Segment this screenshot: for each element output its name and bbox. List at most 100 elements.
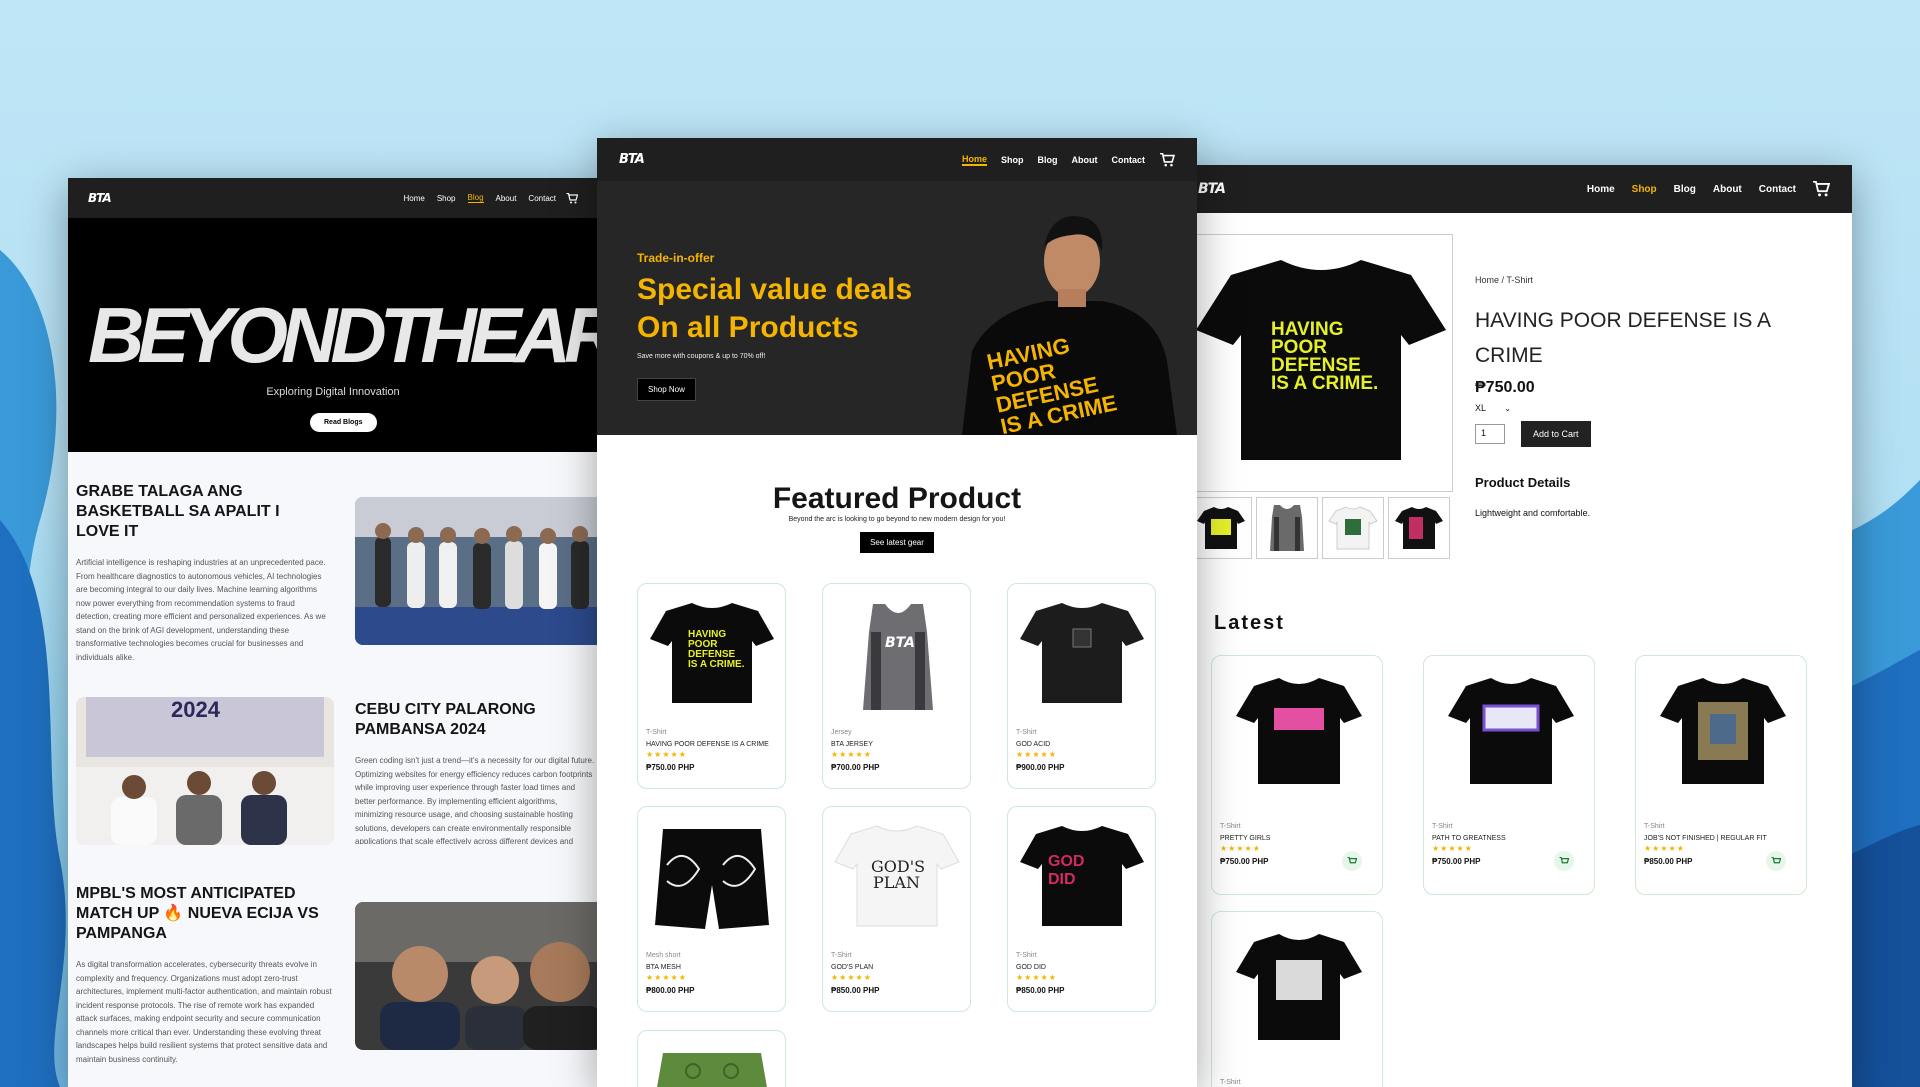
product-card-2[interactable]: BTA Jersey BTA JERSEY ★★★★★ ₱700.00 PHP (822, 583, 971, 789)
product-nav-links: Home Shop Blog About Contact (1570, 181, 1830, 197)
latest-card-2[interactable]: T-Shirt PATH TO GREATNESS ★★★★★ ₱750.00 … (1423, 655, 1595, 895)
product-navbar: BTA Home Shop Blog About Contact (1190, 165, 1852, 213)
product-details-heading: Product Details (1475, 475, 1571, 490)
shop-nav-about[interactable]: About (1072, 155, 1098, 165)
latest-card-2-stars: ★★★★★ (1432, 844, 1473, 853)
blog-post-1-image[interactable] (355, 497, 598, 645)
product-card-5[interactable]: GOD'S PLAN T-Shirt GOD'S PLAN ★★★★★ ₱850.… (822, 806, 971, 1012)
blog-nav-about[interactable]: About (496, 194, 517, 203)
svg-text:IS A CRIME.: IS A CRIME. (688, 659, 745, 670)
product-card-5-price: ₱850.00 PHP (831, 986, 880, 995)
blog-nav-blog[interactable]: Blog (467, 193, 484, 203)
latest-card-2-category: T-Shirt (1432, 823, 1453, 830)
product-card-4[interactable]: Mesh short BTA MESH ★★★★★ ₱800.00 PHP (637, 806, 786, 1012)
product-card-7[interactable] (637, 1030, 786, 1087)
product-details-text: Lightweight and comfortable. (1475, 508, 1591, 518)
product-nav-home[interactable]: Home (1587, 184, 1615, 195)
product-nav-contact[interactable]: Contact (1759, 184, 1796, 195)
shop-cart-icon[interactable] (1159, 152, 1175, 167)
product-card-6-name: GOD DID (1016, 964, 1046, 971)
shop-nav-home[interactable]: Home (961, 154, 987, 166)
product-card-5-name: GOD'S PLAN (831, 964, 874, 971)
product-card-3-stars: ★★★★★ (1016, 750, 1057, 759)
product-card-6[interactable]: GOD DID T-Shirt GOD DID ★★★★★ ₱850.00 PHP (1007, 806, 1156, 1012)
product-nav-about[interactable]: About (1713, 184, 1742, 195)
blog-post-2-title[interactable]: CEBU CITY PALARONG PAMBANSA 2024 (355, 700, 595, 740)
featured-section: Featured Product Beyond the arc is looki… (597, 482, 1197, 553)
product-card-6-category: T-Shirt (1016, 952, 1037, 959)
product-title: HAVING POOR DEFENSE IS A CRIME (1475, 309, 1770, 367)
cart-icon[interactable] (1766, 851, 1786, 871)
shop-navbar: BTA Home Shop Blog About Contact (597, 138, 1197, 181)
blog-post-3-title[interactable]: MPBL'S MOST ANTICIPATED MATCH UP 🔥 NUEVA… (76, 884, 336, 944)
blog-post-3-image[interactable] (355, 902, 598, 1050)
blog-hero-tagline: Exploring Digital Innovation (266, 386, 400, 398)
product-card-2-stars: ★★★★★ (831, 750, 872, 759)
product-card-4-category: Mesh short (646, 952, 681, 959)
shop-nav-contact[interactable]: Contact (1112, 155, 1146, 165)
latest-card-2-price: ₱750.00 PHP (1432, 857, 1481, 866)
quantity-input[interactable]: 1 (1475, 424, 1505, 444)
hero-heading-line-2: On all Products (637, 311, 859, 344)
blog-post-2-image[interactable]: 2024 (76, 697, 334, 845)
latest-card-4[interactable]: T-Shirt (1211, 911, 1383, 1087)
shop-nav-blog[interactable]: Blog (1038, 155, 1058, 165)
blog-nav-shop[interactable]: Shop (437, 194, 456, 203)
product-nav-blog[interactable]: Blog (1674, 184, 1696, 195)
thumbnail-4[interactable] (1388, 497, 1450, 559)
thumbnail-1[interactable] (1190, 497, 1252, 559)
product-logo[interactable]: BTA (1198, 181, 1226, 197)
read-blogs-button[interactable]: Read Blogs (310, 413, 377, 432)
latest-card-4-category: T-Shirt (1220, 1079, 1241, 1086)
product-card-3-name: GOD ACID (1016, 741, 1051, 748)
product-card-6-price: ₱850.00 PHP (1016, 986, 1065, 995)
latest-card-1-price: ₱750.00 PHP (1220, 857, 1269, 866)
shop-now-button[interactable]: Shop Now (637, 378, 696, 401)
product-card-1-stars: ★★★★★ (646, 750, 687, 759)
product-card-1-price: ₱750.00 PHP (646, 763, 695, 772)
product-thumbnails (1190, 497, 1454, 559)
blog-post-1[interactable]: GRABE TALAGA ANG BASKETBALL SA APALIT I … (76, 482, 326, 664)
size-select[interactable]: XL ⌄ (1475, 403, 1835, 413)
latest-card-1-name: PRETTY GIRLS (1220, 835, 1271, 842)
blog-post-1-title[interactable]: GRABE TALAGA ANG BASKETBALL SA APALIT I … (76, 482, 326, 542)
product-card-3[interactable]: T-Shirt GOD ACID ★★★★★ ₱900.00 PHP (1007, 583, 1156, 789)
hero-heading-line-1: Special value deals (637, 273, 913, 306)
hero-eyebrow: Trade-in-offer (637, 251, 715, 265)
add-to-cart-button[interactable]: Add to Cart (1521, 421, 1591, 447)
svg-text:DID: DID (1048, 871, 1076, 888)
product-nav-shop[interactable]: Shop (1632, 184, 1657, 195)
see-latest-gear-button[interactable]: See latest gear (860, 532, 934, 553)
blog-cart-icon[interactable] (566, 192, 578, 204)
product-card-2-category: Jersey (831, 729, 852, 736)
latest-card-3[interactable]: T-Shirt JOB'S NOT FINISHED | REGULAR FIT… (1635, 655, 1807, 895)
shop-hero: Trade-in-offer Special value deals On al… (597, 181, 1197, 435)
shop-nav-links: Home Shop Blog About Contact (948, 152, 1175, 167)
shop-home-screen: BTA Home Shop Blog About Contact Trade-i… (597, 138, 1197, 1087)
product-cart-icon[interactable] (1812, 181, 1830, 197)
product-card-5-stars: ★★★★★ (831, 973, 872, 982)
blog-logo[interactable]: BTA (88, 191, 112, 205)
product-main-image[interactable]: HAVING POOR DEFENSE IS A CRIME. (1190, 234, 1453, 492)
thumbnail-3[interactable] (1322, 497, 1384, 559)
blog-nav-contact[interactable]: Contact (528, 194, 556, 203)
blog-post-3-body: As digital transformation accelerates, c… (76, 960, 332, 1064)
breadcrumb[interactable]: Home / T-Shirt (1475, 275, 1835, 285)
product-card-6-stars: ★★★★★ (1016, 973, 1057, 982)
product-card-4-price: ₱800.00 PHP (646, 986, 695, 995)
shop-nav-shop[interactable]: Shop (1001, 155, 1024, 165)
latest-card-1[interactable]: T-Shirt PRETTY GIRLS ★★★★★ ₱750.00 PHP (1211, 655, 1383, 895)
cart-icon[interactable] (1342, 851, 1362, 871)
product-card-1-name: HAVING POOR DEFENSE IS A CRIME (646, 741, 769, 748)
product-card-1[interactable]: HAVING POOR DEFENSE IS A CRIME. T-Shirt HAV… (637, 583, 786, 789)
product-card-5-category: T-Shirt (831, 952, 852, 959)
blog-post-2[interactable]: CEBU CITY PALARONG PAMBANSA 2024 Green c… (355, 700, 595, 844)
blog-nav-home[interactable]: Home (403, 194, 424, 203)
blog-post-3[interactable]: MPBL'S MOST ANTICIPATED MATCH UP 🔥 NUEVA… (76, 884, 336, 1066)
product-price: ₱750.00 (1475, 379, 1535, 396)
size-value: XL (1475, 403, 1486, 413)
thumbnail-2[interactable] (1256, 497, 1318, 559)
shop-logo[interactable]: BTA (619, 152, 645, 167)
blog-hero-title: BEYONDTHEARC (88, 291, 598, 379)
cart-icon[interactable] (1554, 851, 1574, 871)
